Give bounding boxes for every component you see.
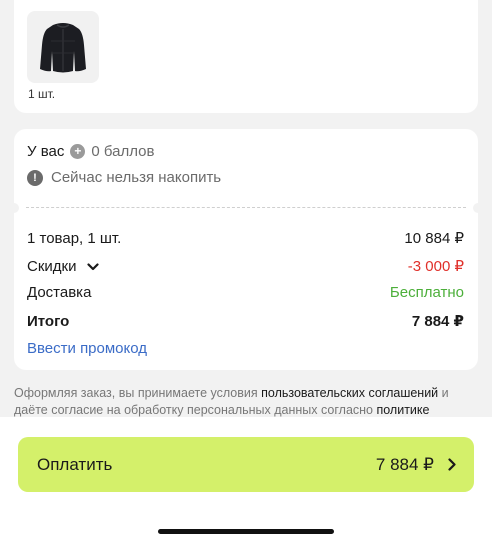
jacket-image [40,23,86,73]
delivery-label: Доставка [27,284,92,301]
points-balance: У вас + 0 баллов [27,143,154,160]
points-value: 0 баллов [91,143,155,160]
order-summary-card: У вас + 0 баллов ! Сейчас нельзя накопит… [9,129,483,370]
items-label: 1 товар, 1 шт. [27,229,122,247]
plus-circle-icon: + [70,144,86,159]
chevron-right-icon [448,458,456,471]
discount-label: Скидки [27,257,77,275]
total-label: Итого [27,312,70,330]
pay-amount: 7 884 ₽ [375,454,434,474]
delivery-value: Бесплатно [389,284,464,301]
items-row: 1 товар, 1 шт. 10 884 ₽ [27,229,464,248]
checkout-bar: Оплатить 7 884 ₽ [0,417,492,545]
info-icon: ! [27,169,43,186]
discount-row[interactable]: Скидки -3 000 ₽ [27,257,464,276]
legal-text-1: Оформляя заказ, вы принимаете условия [14,386,262,400]
total-value: 7 884 ₽ [411,313,464,330]
dashed-divider [9,203,483,213]
points-prefix: У вас [27,143,65,160]
promo-code-link[interactable]: Ввести промокод [27,340,147,357]
total-row: Итого 7 884 ₽ [27,312,464,331]
items-value: 10 884 ₽ [404,230,464,247]
chevron-down-icon[interactable] [87,262,99,271]
item-quantity: 1 шт. [28,87,56,101]
home-indicator [158,529,334,534]
user-agreement-link[interactable]: пользовательских соглашений [261,386,438,400]
product-thumbnail[interactable] [27,11,99,83]
points-notice-text: Сейчас нельзя накопить [51,169,222,186]
delivery-row: Доставка Бесплатно [27,284,464,301]
pay-button[interactable]: Оплатить 7 884 ₽ [18,437,474,492]
points-notice: ! Сейчас нельзя накопить [27,169,221,186]
order-item-card: 1 шт. [14,0,478,113]
privacy-policy-link[interactable]: политике [376,403,429,417]
legal-notice: Оформляя заказ, вы принимаете условия по… [14,385,480,419]
discount-value: -3 000 ₽ [407,258,464,275]
pay-label: Оплатить [37,454,113,474]
